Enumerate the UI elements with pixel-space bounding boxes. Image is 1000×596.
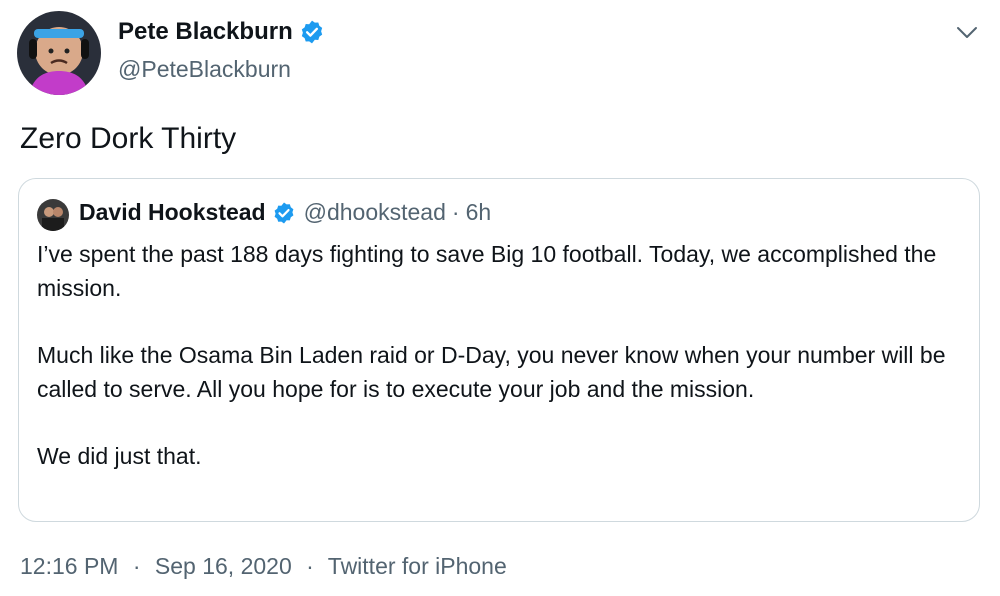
- tweet-card: Pete Blackburn @PeteBlackburn Zero Dork …: [0, 0, 1000, 596]
- quoted-paragraph: We did just that.: [37, 443, 202, 469]
- verified-badge-icon: [299, 19, 325, 45]
- author-avatar[interactable]: [17, 11, 101, 95]
- separator-dot: ·: [306, 553, 314, 579]
- tweet-source-link[interactable]: Twitter for iPhone: [328, 553, 507, 579]
- quoted-paragraph: I’ve spent the past 188 days fighting to…: [37, 241, 937, 301]
- quoted-paragraph: Much like the Osama Bin Laden raid or D-…: [37, 342, 946, 402]
- author-handle[interactable]: @PeteBlackburn: [118, 52, 291, 86]
- quoted-tweet-time: 6h: [465, 199, 492, 225]
- verified-badge-icon: [272, 200, 296, 224]
- author-name-row[interactable]: Pete Blackburn: [118, 15, 325, 49]
- quoted-author-name: David Hookstead: [79, 199, 266, 225]
- tweet-meta: 12:16 PM · Sep 16, 2020 · Twitter for iP…: [20, 548, 507, 584]
- tweet-date[interactable]: Sep 16, 2020: [155, 553, 292, 579]
- quoted-tweet-body: I’ve spent the past 188 days fighting to…: [37, 237, 957, 506]
- separator-dot: ·: [451, 199, 460, 225]
- quoted-tweet[interactable]: David Hookstead @dhookstead · 6h I’ve sp…: [18, 178, 980, 522]
- separator-dot: ·: [132, 553, 141, 579]
- more-options-button[interactable]: [952, 18, 982, 48]
- quoted-avatar-image: [37, 199, 69, 231]
- quoted-author-avatar: [37, 199, 69, 231]
- tweet-time[interactable]: 12:16 PM: [20, 553, 118, 579]
- tweet-text: Zero Dork Thirty: [20, 122, 237, 155]
- chevron-down-icon: [957, 27, 977, 38]
- quoted-tweet-header: David Hookstead @dhookstead · 6h: [79, 195, 491, 229]
- author-name[interactable]: Pete Blackburn: [118, 15, 293, 49]
- quoted-author-handle: @dhookstead: [303, 199, 446, 225]
- avatar-image: [17, 11, 101, 95]
